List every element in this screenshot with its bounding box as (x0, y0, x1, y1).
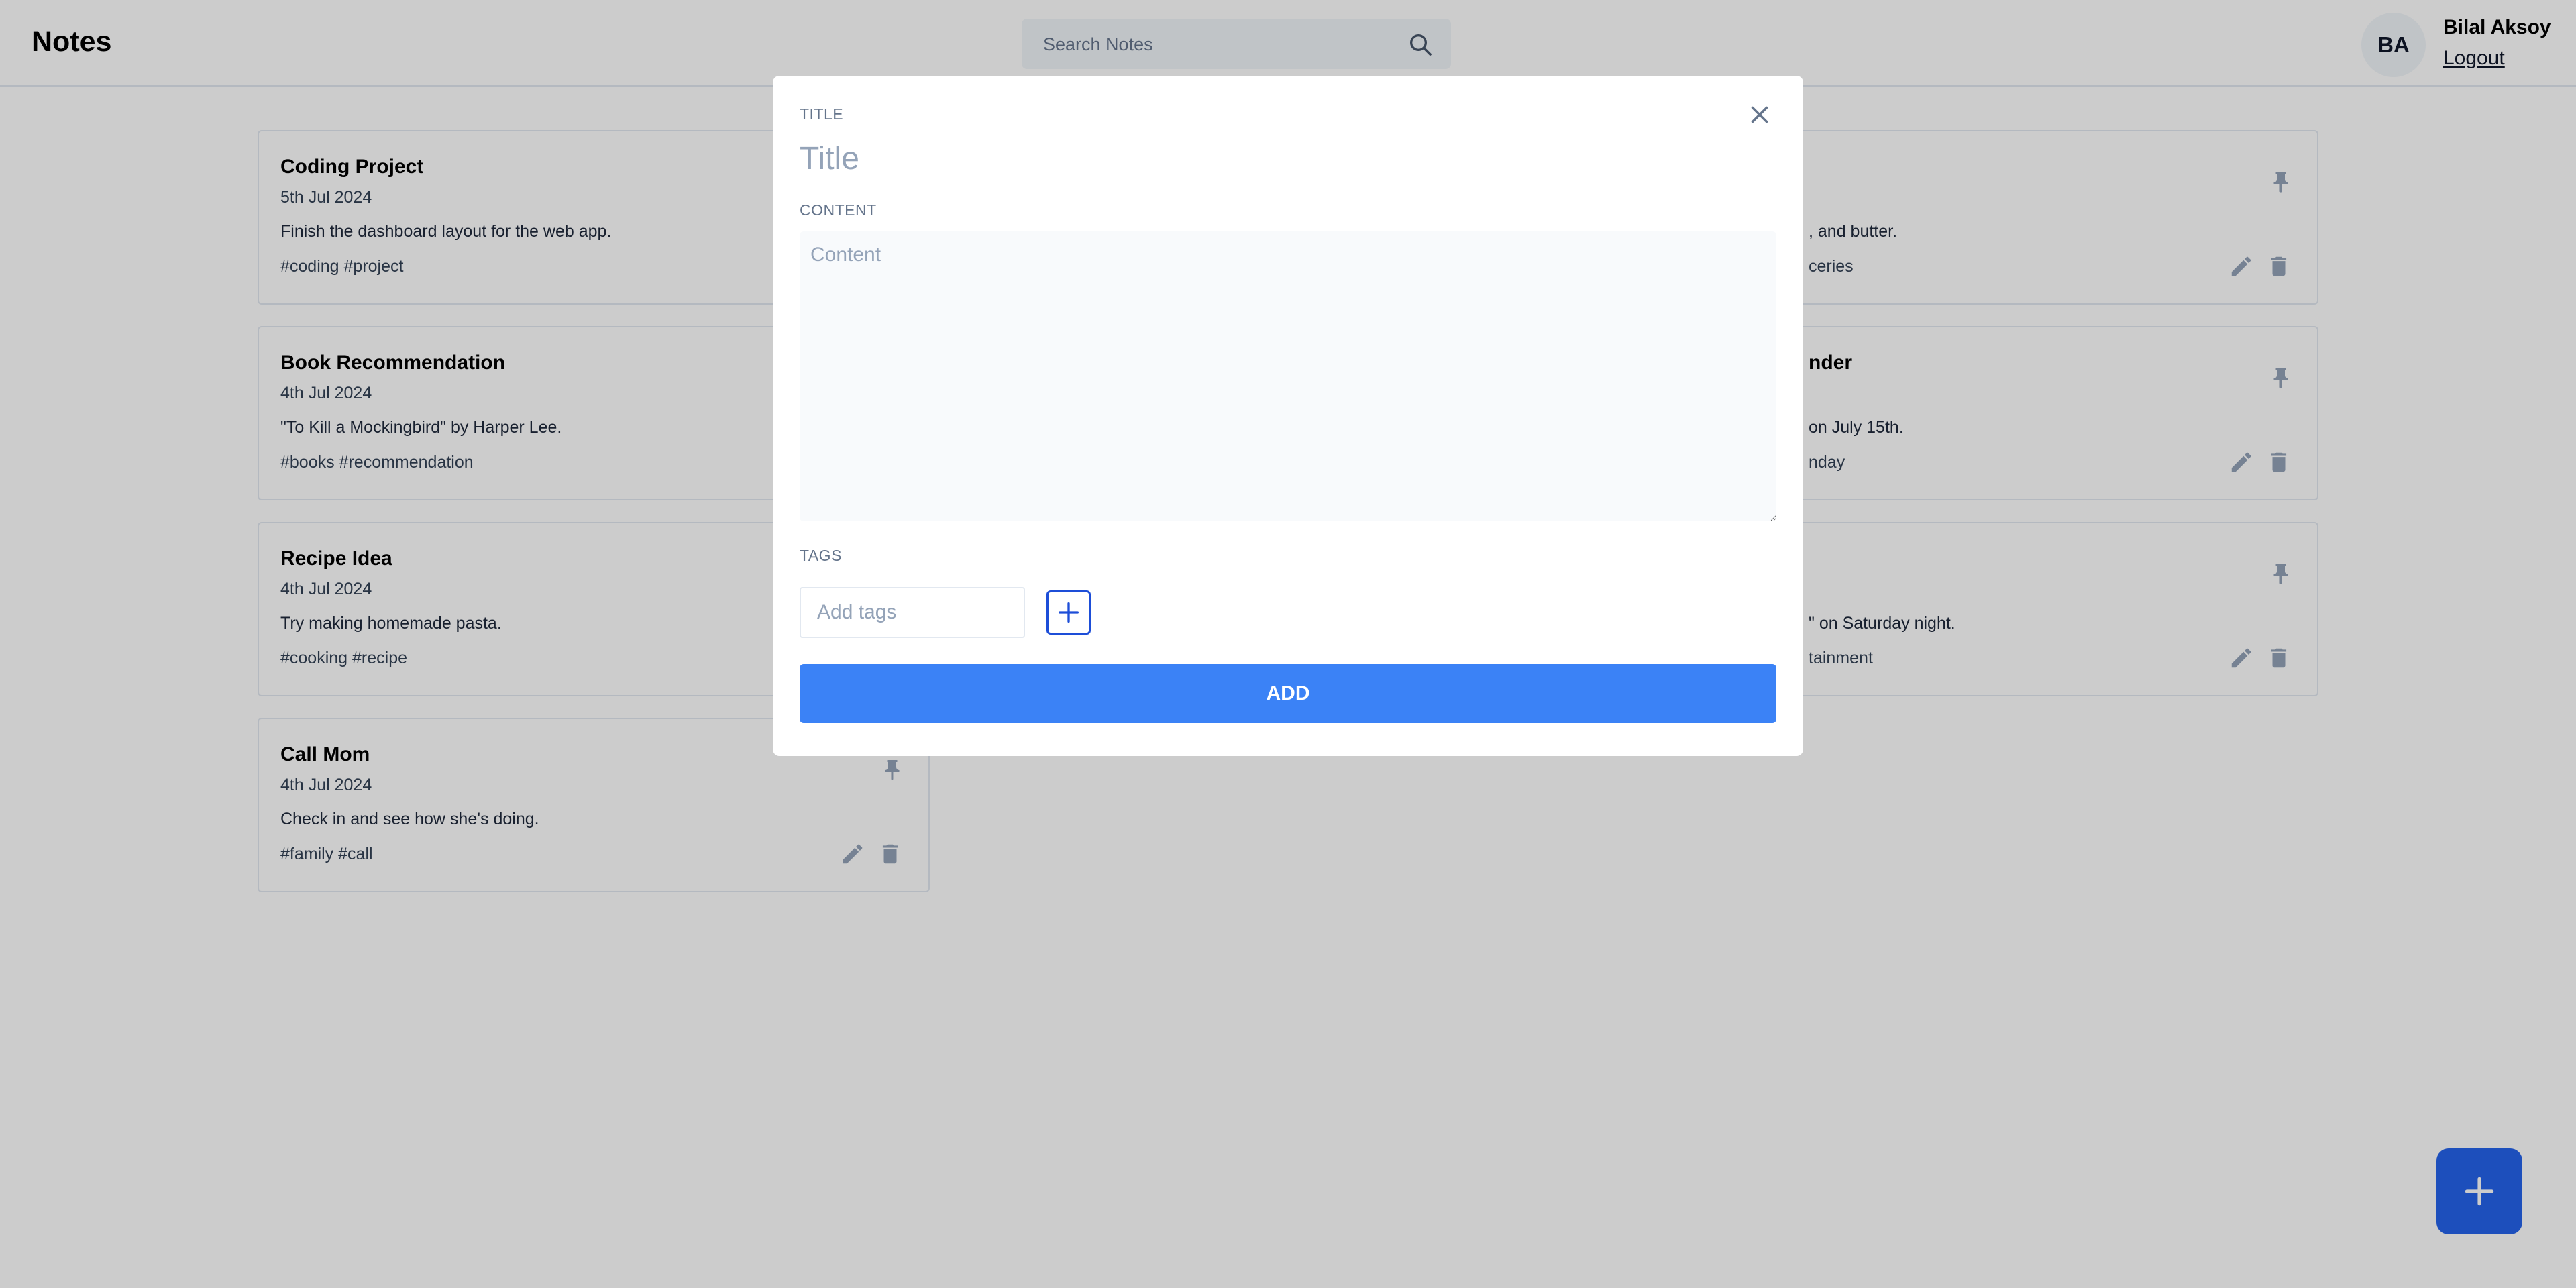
tags-label: TAGS (800, 547, 842, 564)
add-tag-button[interactable] (1046, 590, 1091, 635)
title-input[interactable] (800, 135, 1605, 182)
title-label: TITLE (800, 105, 844, 123)
add-note-modal: TITLE CONTENT TAGS ADD (773, 76, 1803, 756)
content-textarea[interactable] (800, 231, 1776, 521)
close-icon[interactable] (1746, 101, 1774, 129)
tags-input[interactable] (800, 587, 1025, 638)
plus-icon (1059, 602, 1079, 623)
add-note-button[interactable]: ADD (800, 664, 1776, 723)
content-label: CONTENT (800, 201, 877, 219)
